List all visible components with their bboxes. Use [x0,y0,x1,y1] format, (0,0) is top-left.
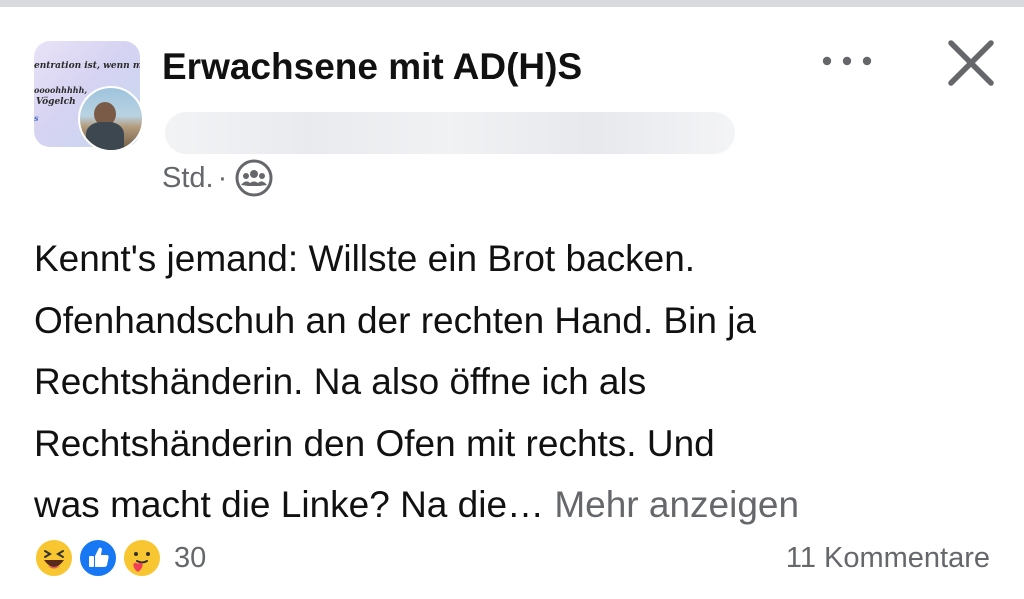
author-avatar-body [86,122,124,150]
see-more-link[interactable]: Mehr anzeigen [554,484,799,525]
author-avatar[interactable] [78,86,144,152]
laughing-reaction-icon [34,538,74,578]
post-body: Kennt's jemand: Willste ein Brot backen.… [34,228,1009,536]
group-audience-icon [235,159,273,197]
comments-label: Kommentare [823,541,990,574]
avatar-text-line: entration ist, wenn m [34,61,140,71]
avatar-text-line: s [34,113,39,123]
comments-count-link[interactable]: 11 Kommentare [786,538,990,578]
care-reaction-icon [122,538,162,578]
close-button[interactable] [944,36,998,90]
close-icon [948,40,994,86]
comments-count: 11 [785,541,816,574]
meta-separator: · [217,161,228,194]
reactions-summary[interactable]: 30 [34,538,206,578]
more-options-icon [822,56,872,66]
post-meta: Std. · [162,158,273,198]
top-divider [0,0,1024,7]
more-options-button[interactable] [816,44,878,78]
author-name-redacted [165,112,735,154]
like-reaction-icon [78,538,118,578]
reaction-count: 30 [174,541,207,574]
post-time[interactable]: Std. [162,162,214,195]
post-text: Kennt's jemand: Willste ein Brot backen.… [34,238,756,525]
reaction-icons [34,538,166,578]
avatar-text-line: Vögelch [36,97,76,107]
avatar-text-line: oooohhhhh, [34,85,88,95]
group-name[interactable]: Erwachsene mit AD(H)S [162,46,582,88]
